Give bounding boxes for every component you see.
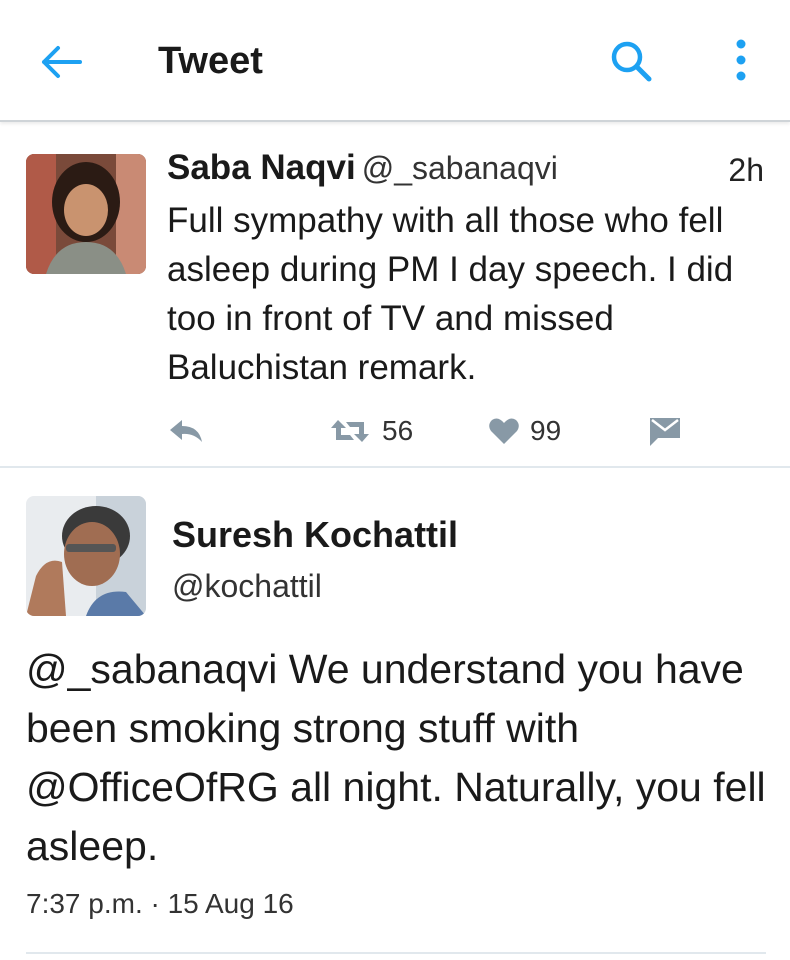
retweet-icon [331, 420, 369, 442]
top-app-bar: Tweet [0, 0, 790, 122]
divider [26, 952, 766, 954]
author-handle[interactable]: @_sabanaqvi [362, 150, 558, 186]
search-icon [611, 41, 652, 82]
heart-icon [489, 418, 519, 444]
tweet-timestamp: 7:37 p.m. · 15 Aug 16 [26, 888, 294, 919]
retweet-count: 56 [382, 415, 414, 446]
dm-icon [650, 418, 680, 446]
author-name[interactable]: Suresh Kochattil [172, 514, 458, 556]
mention-link[interactable]: @OfficeOfRG [26, 764, 279, 810]
page-title: Tweet [158, 40, 263, 82]
tweet-actions: 56 99 [0, 406, 790, 456]
tweet-card-reply[interactable]: Saba Naqvi @_sabanaqvi 2h Full sympathy w… [0, 124, 790, 468]
back-button[interactable] [38, 42, 84, 82]
author-handle[interactable]: @kochattil [172, 568, 322, 605]
tweet-text: Full sympathy with all those who fell as… [167, 201, 734, 387]
reply-icon [170, 420, 202, 442]
avatar[interactable] [26, 496, 146, 616]
like-button[interactable]: 99 [488, 414, 561, 448]
author-line: Saba Naqvi @_sabanaqvi [167, 148, 558, 188]
search-button[interactable] [608, 38, 654, 84]
author-name[interactable]: Saba Naqvi [167, 148, 356, 187]
direct-message-button[interactable] [648, 414, 682, 448]
tweet-text: @_sabanaqvi We understand you have been … [26, 640, 766, 876]
mention-link[interactable]: @_sabanaqvi [26, 646, 277, 692]
like-count: 99 [530, 415, 562, 446]
more-vertical-icon [736, 39, 746, 81]
avatar-image [26, 154, 146, 274]
avatar-image [26, 496, 146, 616]
tweet-time: 2h [728, 152, 764, 188]
arrow-left-icon [42, 46, 82, 78]
reply-button[interactable] [166, 414, 206, 448]
more-options-button[interactable] [726, 36, 756, 86]
avatar[interactable] [26, 154, 146, 274]
tweet-card-main: Suresh Kochattil @kochattil @_sabanaqvi … [0, 470, 790, 960]
retweet-button[interactable]: 56 [328, 414, 413, 448]
